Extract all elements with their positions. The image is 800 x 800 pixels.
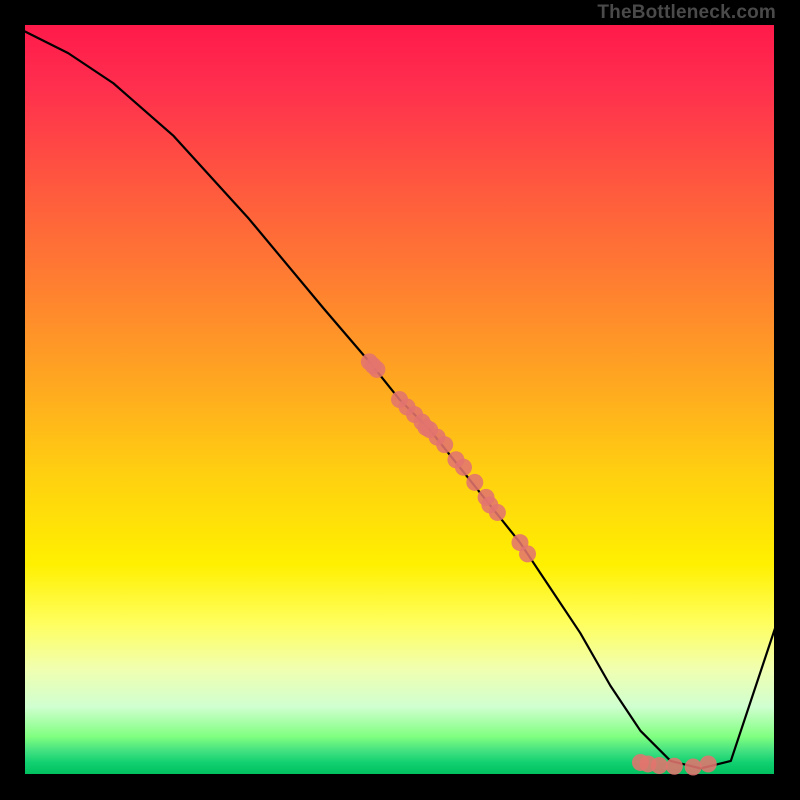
data-point — [651, 757, 668, 774]
frame-right — [776, 0, 800, 800]
data-point — [700, 755, 717, 772]
data-point — [685, 758, 702, 775]
data-point — [489, 504, 506, 521]
data-point — [436, 436, 453, 453]
watermark-label: TheBottleneck.com — [597, 2, 776, 24]
chart-container: TheBottleneck.com — [0, 0, 800, 800]
data-point — [365, 357, 382, 374]
frame-left — [0, 0, 23, 800]
data-point-group — [361, 353, 717, 775]
chart-overlay — [23, 23, 776, 776]
frame-bottom — [0, 777, 800, 800]
data-point — [519, 545, 536, 562]
data-point — [455, 459, 472, 476]
data-point — [466, 474, 483, 491]
data-point — [666, 758, 683, 775]
